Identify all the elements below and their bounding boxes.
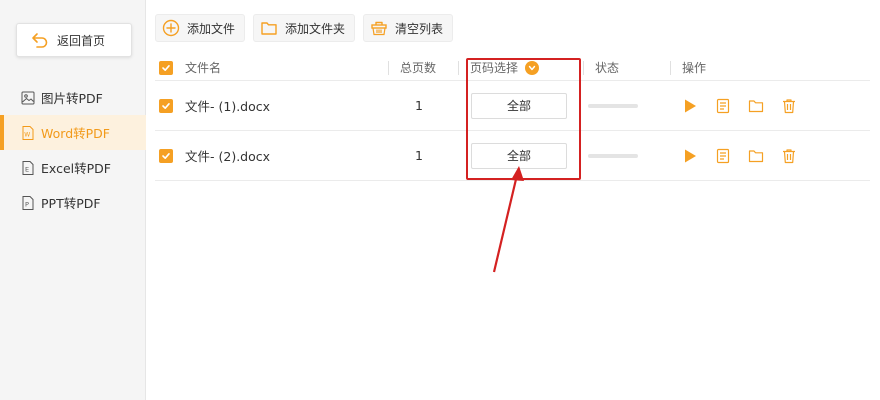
sidebar: 返回首页 图片转PDF W Word转PDF E Excel转PDF P PPT… [0,0,146,400]
svg-text:W: W [24,131,30,138]
back-home-label: 返回首页 [57,33,106,48]
column-divider [458,61,459,75]
page-select-button[interactable]: 全部 [471,81,567,130]
column-divider [670,61,671,75]
sidebar-item-label: 图片转PDF [41,91,103,106]
row-status [588,81,638,130]
plus-circle-icon [162,19,180,37]
sidebar-item-image-to-pdf[interactable]: 图片转PDF [0,80,146,115]
column-divider [583,61,584,75]
image-icon [21,91,35,104]
document-icon[interactable] [715,148,731,164]
trash-icon[interactable] [781,98,797,114]
row-actions [682,131,797,180]
back-home-button[interactable]: 返回首页 [16,23,132,57]
play-icon[interactable] [682,98,698,114]
table-row: 文件- (1).docx 1 全部 [155,81,870,131]
folder-icon[interactable] [748,148,764,164]
play-icon[interactable] [682,148,698,164]
header-actions: 操作 [682,61,707,75]
add-folder-label: 添加文件夹 [285,21,346,36]
status-progress-bar [588,153,638,158]
clear-list-button[interactable]: 清空列表 [363,14,454,42]
row-filename: 文件- (1).docx [185,99,271,114]
select-all-checkbox[interactable] [159,55,173,80]
back-arrow-icon [32,33,48,48]
folder-icon [261,22,277,35]
ppt-icon: P [22,195,34,210]
check-icon [162,64,170,71]
sidebar-item-label: Word转PDF [41,126,110,141]
row-checkbox[interactable] [159,131,173,180]
clear-list-label: 清空列表 [395,21,444,36]
checkbox[interactable] [159,98,173,113]
page-select-button[interactable]: 全部 [471,131,567,180]
table-row: 文件- (2).docx 1 全部 [155,131,870,181]
header-page-select-label: 页码选择 [470,61,519,75]
sidebar-item-word-to-pdf[interactable]: W Word转PDF [0,115,146,150]
checkbox[interactable] [159,60,173,75]
sidebar-item-label: PPT转PDF [41,196,101,211]
svg-text:P: P [25,200,29,208]
check-icon [162,102,170,109]
chevron-down-icon[interactable] [525,60,540,75]
row-filename: 文件- (2).docx [185,149,271,164]
excel-icon: E [22,160,34,175]
header-page-select: 页码选择 [470,55,540,80]
check-icon [162,152,170,159]
table-header: 文件名 总页数 页码选择 状态 操作 [155,55,870,81]
add-folder-button[interactable]: 添加文件夹 [253,14,356,42]
svg-text:E: E [25,165,29,173]
header-status: 状态 [595,61,620,75]
sidebar-item-excel-to-pdf[interactable]: E Excel转PDF [0,150,146,185]
basket-icon [371,21,387,36]
row-checkbox[interactable] [159,81,173,130]
page-select-value[interactable]: 全部 [471,92,567,119]
row-page-count: 1 [415,98,423,113]
row-status [588,131,638,180]
row-page-count: 1 [415,148,423,163]
add-file-label: 添加文件 [187,21,236,36]
word-icon: W [22,125,34,140]
trash-icon[interactable] [781,148,797,164]
document-icon[interactable] [715,98,731,114]
toolbar: 添加文件 添加文件夹 清空列表 [155,14,454,42]
page-select-value[interactable]: 全部 [471,142,567,169]
header-pages: 总页数 [400,61,437,75]
status-progress-bar [588,103,638,108]
file-table: 文件名 总页数 页码选择 状态 操作 文件- (1).docx 1 全部 文件-… [155,55,870,181]
sidebar-item-label: Excel转PDF [41,161,111,176]
folder-icon[interactable] [748,98,764,114]
sidebar-nav: 图片转PDF W Word转PDF E Excel转PDF P PPT转PDF [0,80,146,220]
row-actions [682,81,797,130]
sidebar-item-ppt-to-pdf[interactable]: P PPT转PDF [0,185,146,220]
column-divider [388,61,389,75]
header-filename: 文件名 [185,61,222,75]
checkbox[interactable] [159,148,173,163]
add-file-button[interactable]: 添加文件 [155,14,246,42]
